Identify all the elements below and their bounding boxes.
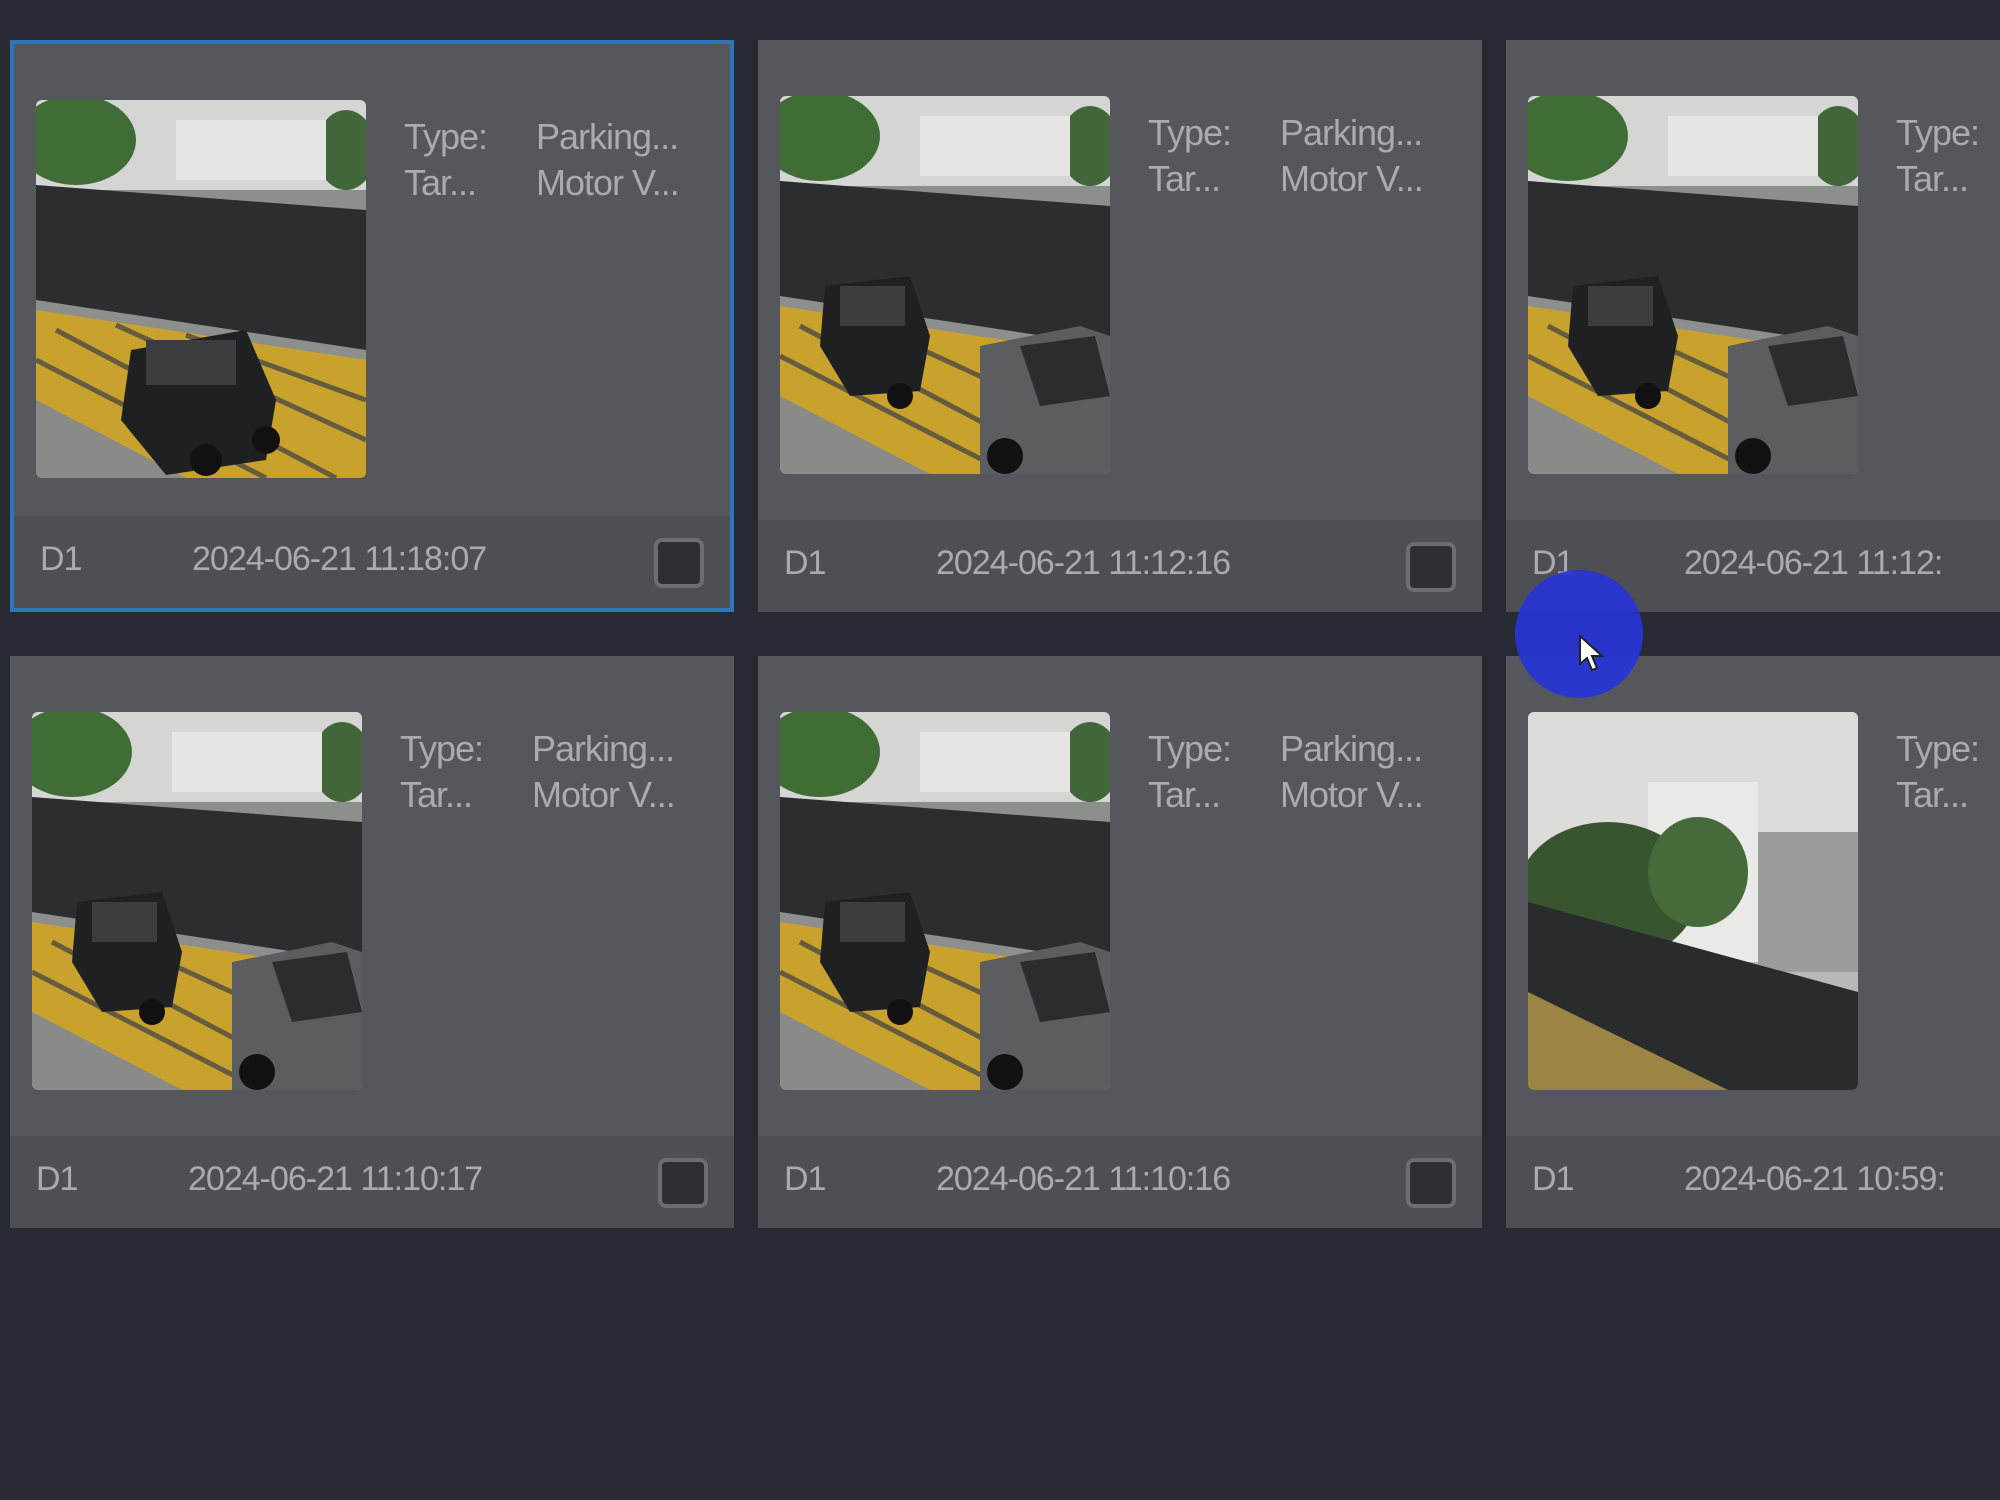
target-label: Tar... xyxy=(400,774,473,815)
event-card-footer: D1 2024-06-21 11:12:16 xyxy=(758,520,1482,612)
event-timestamp: 2024-06-21 11:12: xyxy=(1684,544,1943,582)
event-details: Type: Tar... xyxy=(1896,110,2000,202)
type-value: Parking... xyxy=(532,728,675,769)
checkbox-icon[interactable] xyxy=(658,1158,708,1208)
event-details: Type: Parking... Tar... Motor V... xyxy=(1148,110,1468,202)
type-label: Type: xyxy=(1896,728,1980,769)
event-card[interactable]: Type: Tar... D1 2024-06-21 10:59: xyxy=(1506,656,2000,1228)
target-label: Tar... xyxy=(1148,774,1221,815)
channel-label: D1 xyxy=(784,544,826,582)
event-card-grid: Type: Parking... Tar... Motor V... D1 20… xyxy=(0,0,2000,1500)
event-card-footer: D1 2024-06-21 11:10:17 xyxy=(10,1136,734,1228)
event-details: Type: Parking... Tar... Motor V... xyxy=(404,114,724,206)
target-label: Tar... xyxy=(1896,774,1969,815)
event-thumbnail[interactable] xyxy=(32,712,362,1090)
event-card-footer: D1 2024-06-21 11:10:16 xyxy=(758,1136,1482,1228)
event-thumbnail[interactable] xyxy=(1528,712,1858,1090)
channel-label: D1 xyxy=(40,540,82,578)
event-card[interactable]: Type: Tar... D1 2024-06-21 11:12: xyxy=(1506,40,2000,612)
event-thumbnail[interactable] xyxy=(780,96,1110,474)
event-timestamp: 2024-06-21 11:12:16 xyxy=(936,544,1231,582)
target-value: Motor V... xyxy=(532,774,676,815)
checkbox-icon[interactable] xyxy=(1406,1158,1456,1208)
event-thumbnail[interactable] xyxy=(36,100,366,478)
event-thumbnail[interactable] xyxy=(780,712,1110,1090)
event-timestamp: 2024-06-21 11:18:07 xyxy=(192,540,487,578)
type-value: Parking... xyxy=(1280,112,1423,153)
type-label: Type: xyxy=(1148,112,1232,153)
event-card-footer: D1 2024-06-21 10:59: xyxy=(1506,1136,2000,1228)
checkbox-icon[interactable] xyxy=(1406,542,1456,592)
type-label: Type: xyxy=(1896,112,1980,153)
event-thumbnail[interactable] xyxy=(1528,96,1858,474)
event-details: Type: Parking... Tar... Motor V... xyxy=(1148,726,1468,818)
target-value: Motor V... xyxy=(536,162,680,203)
mouse-cursor-icon xyxy=(1579,634,1605,672)
type-label: Type: xyxy=(404,116,488,157)
type-label: Type: xyxy=(1148,728,1232,769)
target-label: Tar... xyxy=(404,162,477,203)
checkbox-icon[interactable] xyxy=(654,538,704,588)
event-card[interactable]: Type: Parking... Tar... Motor V... D1 20… xyxy=(10,656,734,1228)
event-card-footer: D1 2024-06-21 11:18:07 xyxy=(14,516,730,608)
event-timestamp: 2024-06-21 10:59: xyxy=(1684,1160,1946,1198)
event-timestamp: 2024-06-21 11:10:16 xyxy=(936,1160,1231,1198)
event-card[interactable]: Type: Parking... Tar... Motor V... D1 20… xyxy=(10,40,734,612)
event-timestamp: 2024-06-21 11:10:17 xyxy=(188,1160,483,1198)
target-value: Motor V... xyxy=(1280,158,1424,199)
type-value: Parking... xyxy=(536,116,679,157)
channel-label: D1 xyxy=(784,1160,826,1198)
event-details: Type: Tar... xyxy=(1896,726,2000,818)
channel-label: D1 xyxy=(1532,1160,1574,1198)
event-details: Type: Parking... Tar... Motor V... xyxy=(400,726,720,818)
type-value: Parking... xyxy=(1280,728,1423,769)
channel-label: D1 xyxy=(36,1160,78,1198)
type-label: Type: xyxy=(400,728,484,769)
target-value: Motor V... xyxy=(1280,774,1424,815)
event-card[interactable]: Type: Parking... Tar... Motor V... D1 20… xyxy=(758,40,1482,612)
target-label: Tar... xyxy=(1148,158,1221,199)
event-card[interactable]: Type: Parking... Tar... Motor V... D1 20… xyxy=(758,656,1482,1228)
target-label: Tar... xyxy=(1896,158,1969,199)
